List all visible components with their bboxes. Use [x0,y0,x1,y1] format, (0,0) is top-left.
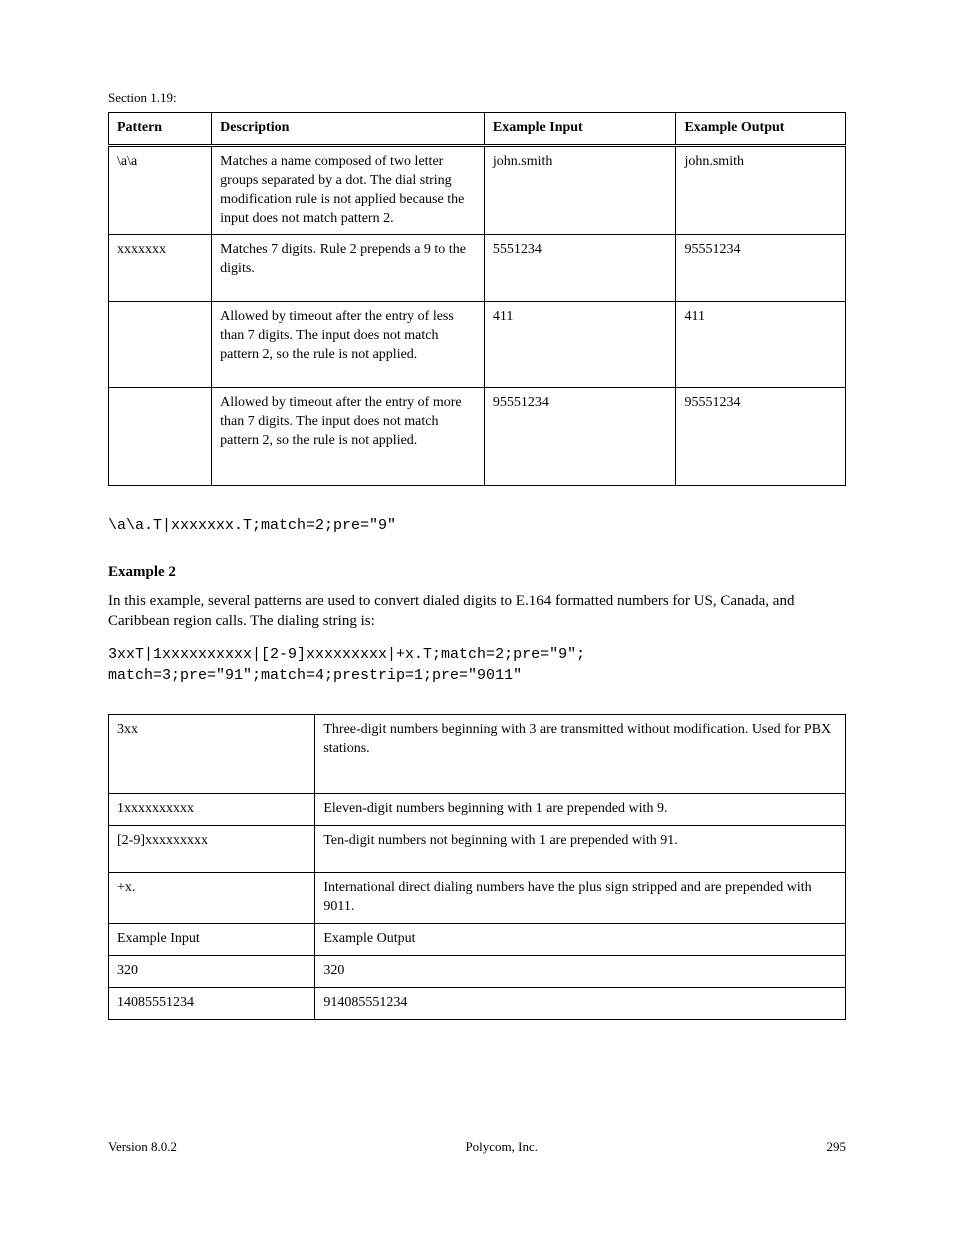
table-row: Allowed by timeout after the entry of mo… [109,387,846,485]
footer-version: Version 8.0.2 [108,1139,177,1155]
cell-description: Allowed by timeout after the entry of mo… [212,387,485,485]
cell-left: 14085551234 [109,987,315,1019]
table-row: xxxxxxxMatches 7 digits. Rule 2 prepends… [109,235,846,302]
cell-right: Example Output [315,924,846,956]
cell-output: 95551234 [676,235,846,302]
cell-left: 1xxxxxxxxxx [109,793,315,825]
cell-output: john.smith [676,145,846,235]
cell-right: Ten-digit numbers not beginning with 1 a… [315,825,846,873]
footer-page: 295 [826,1139,846,1155]
table-row: Allowed by timeout after the entry of le… [109,302,846,388]
table-row: 1xxxxxxxxxxEleven-digit numbers beginnin… [109,793,846,825]
table-row: 14085551234914085551234 [109,987,846,1019]
table-row: \a\aMatches a name composed of two lette… [109,145,846,235]
example-2-description: In this example, several patterns are us… [108,591,846,632]
cell-right: 914085551234 [315,987,846,1019]
cell-output: 411 [676,302,846,388]
col-description: Description [212,113,485,146]
col-example-output: Example Output [676,113,846,146]
col-pattern: Pattern [109,113,212,146]
section-label: Section 1.19: [108,90,846,106]
cell-pattern: xxxxxxx [109,235,212,302]
footer-company: Polycom, Inc. [465,1139,538,1155]
table-row: [2-9]xxxxxxxxxTen-digit numbers not begi… [109,825,846,873]
table-row: Example InputExample Output [109,924,846,956]
cell-input: 95551234 [484,387,676,485]
cell-input: 5551234 [484,235,676,302]
cell-right: 320 [315,956,846,988]
table-row: 320320 [109,956,846,988]
table-row: 3xxThree-digit numbers beginning with 3 … [109,714,846,793]
pattern-table-1: Pattern Description Example Input Exampl… [108,112,846,486]
cell-description: Matches a name composed of two letter gr… [212,145,485,235]
cell-right: Three-digit numbers beginning with 3 are… [315,714,846,793]
table-row: +x.International direct dialing numbers … [109,873,846,924]
cell-left: +x. [109,873,315,924]
dial-string-code-1: \a\a.T|xxxxxxx.T;match=2;pre="9" [108,516,846,536]
cell-pattern [109,302,212,388]
cell-left: 3xx [109,714,315,793]
cell-right: Eleven-digit numbers beginning with 1 ar… [315,793,846,825]
cell-right: International direct dialing numbers hav… [315,873,846,924]
cell-input: 411 [484,302,676,388]
table-header-row: Pattern Description Example Input Exampl… [109,113,846,146]
pattern-table-2: 3xxThree-digit numbers beginning with 3 … [108,714,846,1020]
col-example-input: Example Input [484,113,676,146]
cell-left: Example Input [109,924,315,956]
cell-description: Matches 7 digits. Rule 2 prepends a 9 to… [212,235,485,302]
dial-string-code-2: 3xxT|1xxxxxxxxxx|[2-9]xxxxxxxxx|+x.T;mat… [108,645,846,686]
page-footer: Version 8.0.2 Polycom, Inc. 295 [108,1139,846,1155]
cell-pattern [109,387,212,485]
cell-input: john.smith [484,145,676,235]
example-2-heading: Example 2 [108,564,846,581]
cell-output: 95551234 [676,387,846,485]
cell-pattern: \a\a [109,145,212,235]
cell-description: Allowed by timeout after the entry of le… [212,302,485,388]
cell-left: 320 [109,956,315,988]
cell-left: [2-9]xxxxxxxxx [109,825,315,873]
